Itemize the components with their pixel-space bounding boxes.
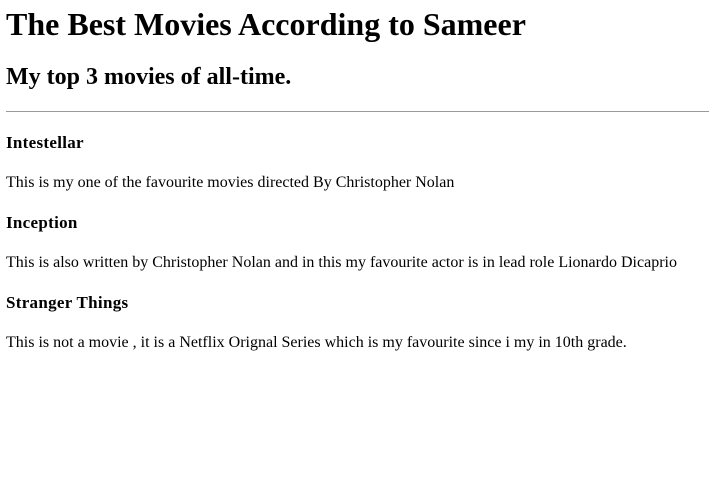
movie-item: Intestellar This is my one of the favour… [6, 133, 709, 192]
divider [6, 111, 709, 112]
movie-title: Stranger Things [6, 293, 129, 312]
movie-description: This is my one of the favourite movies d… [6, 174, 455, 191]
movie-item: Inception This is also written by Christ… [6, 213, 709, 272]
movie-title: Intestellar [6, 133, 84, 152]
movie-title: Inception [6, 213, 78, 232]
movie-description: This is also written by Christopher Nola… [6, 254, 677, 271]
page-title: The Best Movies According to Sameer [6, 6, 526, 42]
page-subtitle: My top 3 movies of all-time. [6, 64, 292, 90]
movie-description: This is not a movie , it is a Netflix Or… [6, 334, 627, 351]
movie-item: Stranger Things This is not a movie , it… [6, 293, 709, 352]
movie-list: Intestellar This is my one of the favour… [6, 133, 709, 352]
